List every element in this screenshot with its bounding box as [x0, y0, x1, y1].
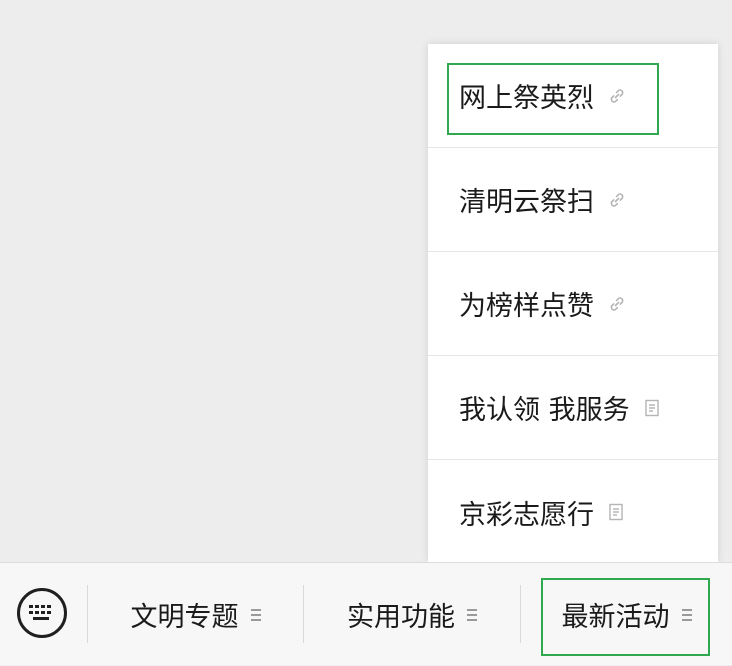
menu-lines-icon [681, 608, 692, 621]
menu-item-online-martyrs[interactable]: 网上祭英烈 [428, 44, 718, 148]
menu-item-praise-role-models[interactable]: 为榜样点赞 [428, 252, 718, 356]
tab-civilization-topics[interactable]: 文明专题 [88, 563, 303, 666]
menu-item-claim-and-serve[interactable]: 我认领 我服务 [428, 356, 718, 460]
menu-item-label: 为榜样点赞 [459, 291, 594, 322]
menu-lines-icon [467, 608, 477, 621]
document-icon [644, 399, 660, 417]
menu-item-label: 我认领 我服务 [459, 395, 630, 426]
menu-item-label: 网上祭英烈 [459, 83, 594, 114]
tab-label: 最新活动 [561, 602, 670, 633]
menu-item-volunteer[interactable]: 京彩志愿行 [428, 460, 718, 564]
menu-item-label: 京彩志愿行 [459, 499, 594, 531]
tab-practical-functions[interactable]: 实用功能 [304, 563, 520, 666]
link-icon [608, 295, 626, 313]
link-icon [608, 191, 626, 209]
tab-latest-activities[interactable]: 最新活动 [521, 563, 732, 666]
menu-item-label: 清明云祭扫 [459, 187, 594, 218]
menu-item-cloud-sweep[interactable]: 清明云祭扫 [428, 148, 718, 252]
keyboard-icon [28, 603, 56, 623]
link-icon [608, 87, 626, 105]
keyboard-button[interactable] [17, 588, 67, 638]
document-icon [608, 503, 624, 521]
menu-lines-icon [250, 608, 261, 621]
tab-label: 文明专题 [130, 602, 239, 633]
tab-label: 实用功能 [347, 602, 455, 633]
bottom-menu-bar: 文明专题 实用功能 最新活动 [0, 562, 732, 665]
submenu-popup: 网上祭英烈 清明云祭扫 为榜样点赞 我认领 我服务 京彩志愿行 [428, 44, 718, 562]
